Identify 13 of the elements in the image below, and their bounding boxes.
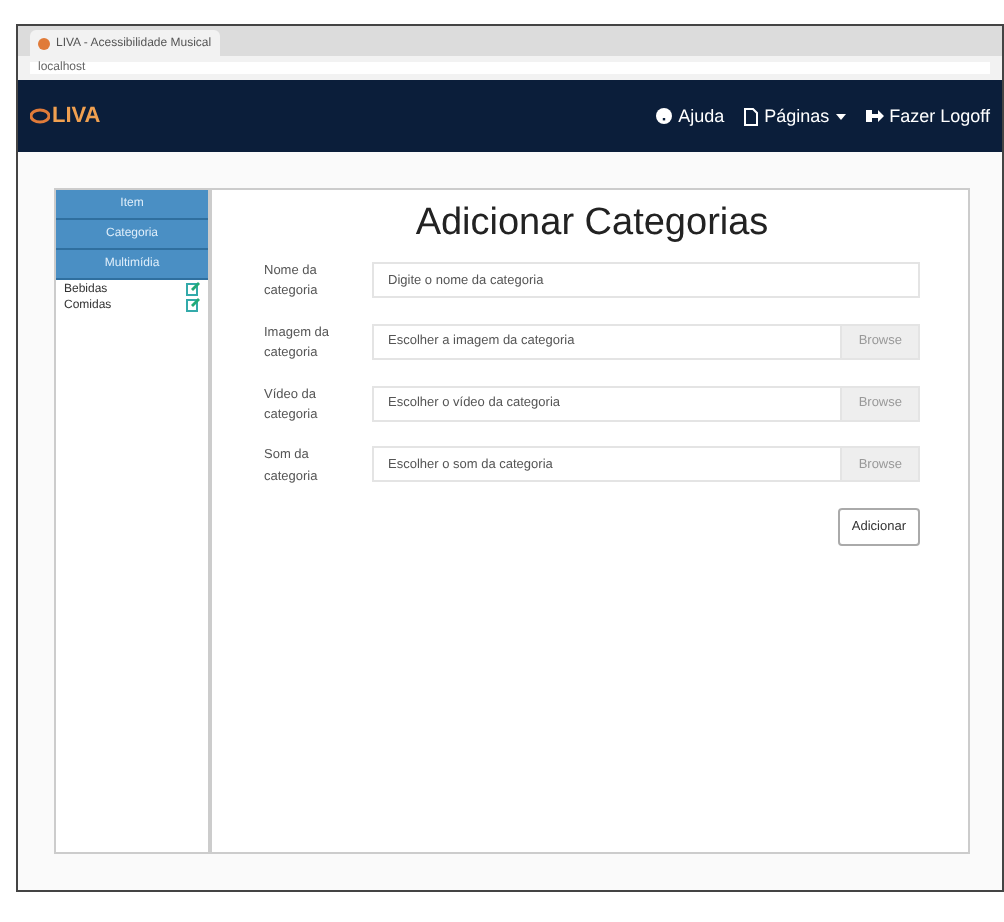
caret-icon xyxy=(835,113,846,119)
logo[interactable]: LIVA xyxy=(30,104,101,128)
nav-link[interactable]: Fazer Logoff xyxy=(865,106,990,126)
edit-icon[interactable] xyxy=(186,282,200,296)
edit-icon[interactable] xyxy=(186,298,200,312)
nav-link[interactable]: Ajuda xyxy=(656,106,725,126)
logo-icon xyxy=(30,108,50,124)
document-icon xyxy=(744,107,759,125)
nav-link[interactable]: Páginas xyxy=(744,106,846,126)
page-icon xyxy=(38,37,50,49)
help-icon xyxy=(656,108,673,124)
form-title: Adicionar Categorias xyxy=(413,202,771,246)
logout-icon xyxy=(865,108,884,124)
